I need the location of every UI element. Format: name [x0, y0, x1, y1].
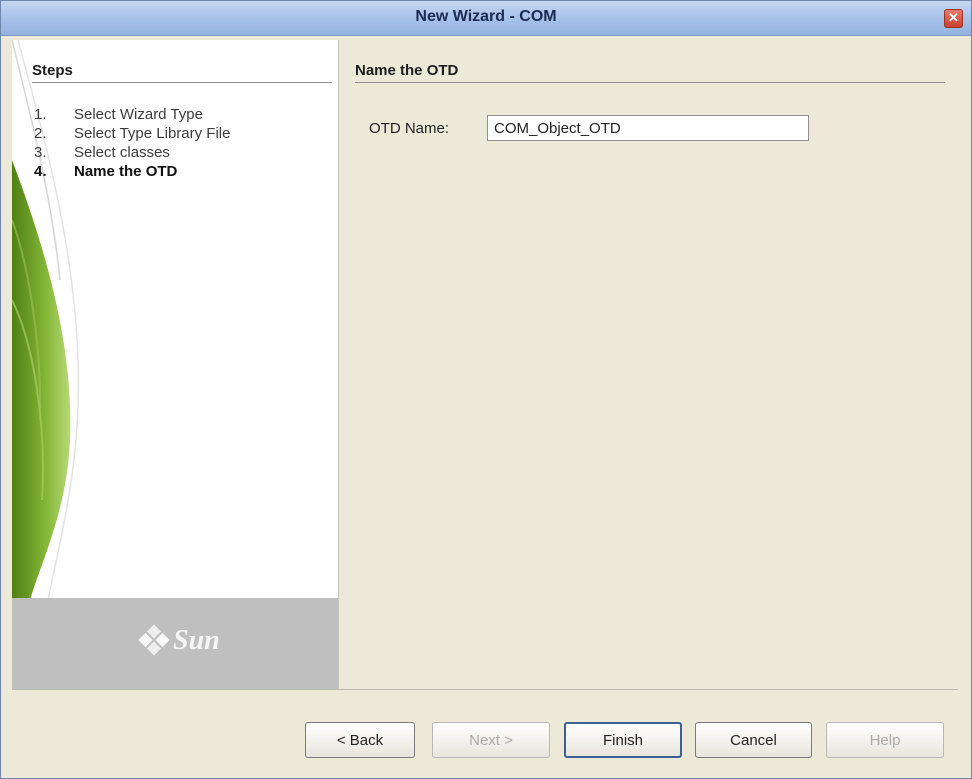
cancel-button[interactable]: Cancel [695, 722, 812, 758]
steps-divider [32, 82, 332, 83]
steps-panel: Steps 1. Select Wizard Type 2. Select Ty… [12, 40, 339, 689]
content-panel: Name the OTD OTD Name: [339, 40, 959, 689]
step-item: 2. Select Type Library File [34, 125, 230, 144]
step-label: Name the OTD [74, 163, 178, 180]
close-button[interactable]: ✕ [944, 9, 963, 28]
panel-divider [355, 82, 945, 83]
step-item: 3. Select classes [34, 144, 230, 163]
close-icon: ✕ [948, 10, 959, 25]
step-number: 3. [34, 144, 47, 161]
step-label: Select Type Library File [74, 125, 231, 142]
window-title: New Wizard - COM [415, 8, 557, 25]
sun-logo-icon: Sun [138, 624, 220, 656]
otd-name-label: OTD Name: [369, 120, 450, 137]
sun-logo-text: Sun [173, 625, 220, 656]
back-button[interactable]: < Back [305, 722, 415, 758]
step-number: 4. [34, 163, 47, 180]
finish-button[interactable]: Finish [564, 722, 682, 758]
step-number: 1. [34, 106, 47, 123]
panel-title: Name the OTD [355, 62, 459, 79]
step-list: 1. Select Wizard Type 2. Select Type Lib… [34, 106, 230, 182]
step-number: 2. [34, 125, 47, 142]
sun-branding-panel: Sun [12, 598, 338, 689]
button-bar-divider [12, 689, 958, 690]
step-item: 1. Select Wizard Type [34, 106, 230, 125]
step-label: Select Wizard Type [74, 106, 203, 123]
title-bar[interactable]: New Wizard - COM ✕ [1, 1, 971, 36]
otd-name-input[interactable] [487, 115, 809, 141]
step-label: Select classes [74, 144, 170, 161]
step-item-current: 4. Name the OTD [34, 163, 230, 182]
help-button[interactable]: Help [826, 722, 944, 758]
next-button[interactable]: Next > [432, 722, 550, 758]
steps-title: Steps [32, 62, 73, 79]
